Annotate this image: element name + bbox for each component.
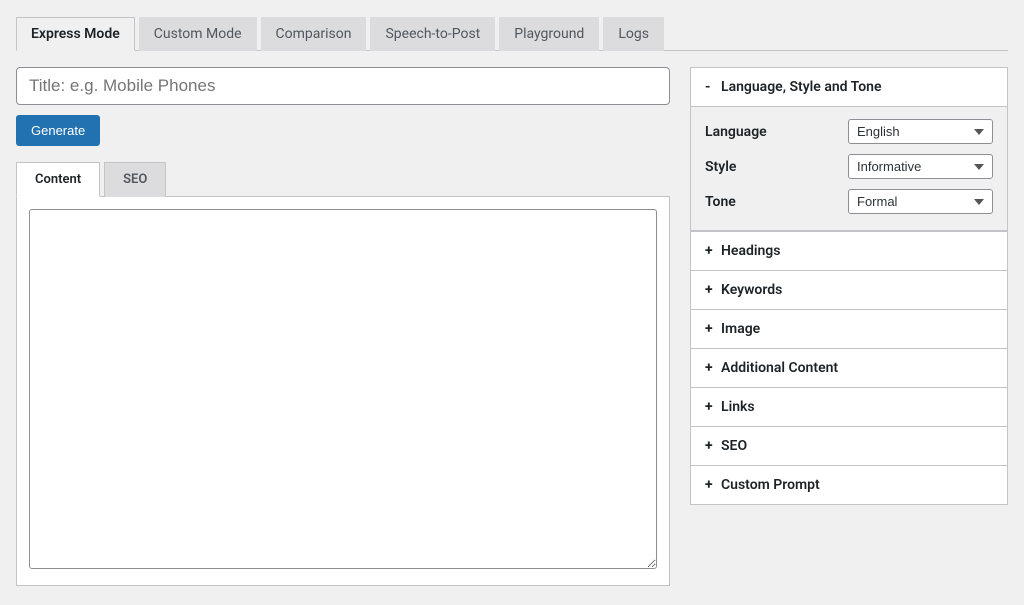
sub-tab-content[interactable]: Content: [16, 162, 100, 197]
field-language: Language English: [705, 119, 993, 144]
plus-icon: +: [705, 360, 715, 376]
content-wrapper: Generate Content SEO - Language, Style a…: [16, 67, 1008, 586]
field-tone: Tone Formal: [705, 189, 993, 214]
field-label: Tone: [705, 194, 848, 210]
plus-icon: +: [705, 321, 715, 337]
plus-icon: +: [705, 438, 715, 454]
tab-logs[interactable]: Logs: [603, 17, 664, 51]
field-style: Style Informative: [705, 154, 993, 179]
section-seo[interactable]: + SEO: [691, 426, 1007, 465]
tab-playground[interactable]: Playground: [499, 17, 599, 51]
section-custom-prompt[interactable]: + Custom Prompt: [691, 465, 1007, 504]
left-column: Generate Content SEO: [16, 67, 670, 586]
section-body-language-style-tone: Language English Style Informative Tone …: [691, 107, 1007, 231]
plus-icon: +: [705, 243, 715, 259]
section-title: SEO: [721, 438, 747, 454]
section-title: Custom Prompt: [721, 477, 820, 493]
sub-tabs: Content SEO: [16, 162, 670, 197]
section-title: Headings: [721, 243, 780, 259]
minus-icon: -: [705, 79, 715, 95]
section-image[interactable]: + Image: [691, 309, 1007, 348]
tab-comparison[interactable]: Comparison: [261, 17, 367, 51]
content-textarea[interactable]: [29, 209, 657, 569]
generate-button[interactable]: Generate: [16, 115, 100, 146]
section-keywords[interactable]: + Keywords: [691, 270, 1007, 309]
sidebar-panel: - Language, Style and Tone Language Engl…: [690, 67, 1008, 505]
section-title: Links: [721, 399, 755, 415]
field-label: Language: [705, 124, 848, 140]
tone-select[interactable]: Formal: [848, 189, 993, 214]
tab-custom-mode[interactable]: Custom Mode: [139, 17, 257, 51]
section-title: Image: [721, 321, 760, 337]
section-additional-content[interactable]: + Additional Content: [691, 348, 1007, 387]
style-select[interactable]: Informative: [848, 154, 993, 179]
title-input[interactable]: [16, 67, 670, 105]
section-title: Keywords: [721, 282, 782, 298]
plus-icon: +: [705, 477, 715, 493]
section-title: Additional Content: [721, 360, 838, 376]
content-area: [16, 196, 670, 586]
section-language-style-tone[interactable]: - Language, Style and Tone: [691, 68, 1007, 107]
field-label: Style: [705, 159, 848, 175]
sub-tab-seo[interactable]: SEO: [104, 162, 166, 197]
tab-speech-to-post[interactable]: Speech-to-Post: [370, 17, 495, 51]
plus-icon: +: [705, 399, 715, 415]
section-headings[interactable]: + Headings: [691, 231, 1007, 270]
tab-express-mode[interactable]: Express Mode: [16, 17, 135, 51]
plus-icon: +: [705, 282, 715, 298]
section-title: Language, Style and Tone: [721, 79, 882, 95]
right-column: - Language, Style and Tone Language Engl…: [690, 67, 1008, 586]
section-links[interactable]: + Links: [691, 387, 1007, 426]
main-tabs: Express Mode Custom Mode Comparison Spee…: [16, 16, 1008, 51]
language-select[interactable]: English: [848, 119, 993, 144]
